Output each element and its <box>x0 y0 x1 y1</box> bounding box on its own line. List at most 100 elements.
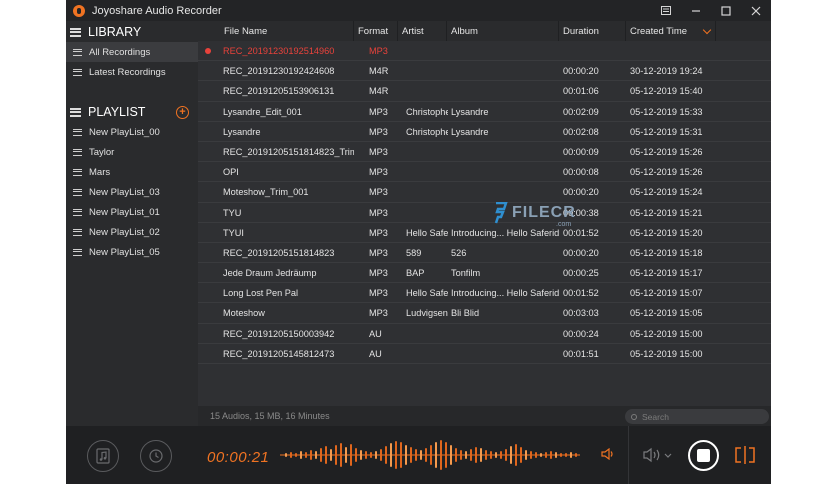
app-logo-icon <box>73 4 85 17</box>
list-icon <box>70 27 81 37</box>
sidebar: LIBRARY All Recordings Latest Recordings … <box>66 21 198 426</box>
cell-artist <box>403 142 448 162</box>
sidebar-item[interactable]: All Recordings <box>66 42 198 62</box>
col-artist[interactable]: Artist <box>398 21 447 41</box>
cell-album <box>448 344 559 364</box>
table-row[interactable]: REC_20191205151814823_Trim MP3 00:00:09 05-… <box>198 142 771 163</box>
sidebar-item[interactable]: Taylor <box>66 142 198 162</box>
col-created-time-label: Created Time <box>630 25 688 37</box>
cell-format: AU <box>369 348 382 359</box>
cell-album <box>448 61 559 81</box>
sidebar-item[interactable]: New PlayList_02 <box>66 222 198 242</box>
cell-duration: 00:00:25 <box>563 268 599 279</box>
table-row[interactable]: REC_20191205151814823 MP3 589 526 00:00:20 05… <box>198 243 771 264</box>
col-duration[interactable]: Duration <box>559 21 626 41</box>
status-bar: 15 Audios, 15 MB, 16 Minutes Search <box>198 406 771 426</box>
cell-artist <box>403 324 448 344</box>
watermark: FILECR .com <box>494 202 576 228</box>
table-row[interactable]: Long Lost Pen Pal MP3 Hello Safe Introducin… <box>198 283 771 304</box>
table-row[interactable]: Jede Draum Jedräump MP3 BAP Tonfilm 00:00:25… <box>198 263 771 284</box>
cell-artist: Ludvigsen <box>406 308 448 319</box>
library-list: All Recordings Latest Recordings <box>66 42 198 82</box>
col-created-time[interactable]: Created Time <box>626 21 716 41</box>
add-playlist-button[interactable]: + <box>176 105 189 119</box>
playlist-header: PLAYLIST + <box>66 102 198 122</box>
stop-button[interactable] <box>688 440 719 471</box>
list-icon <box>73 168 82 176</box>
sidebar-item[interactable]: New PlayList_01 <box>66 202 198 222</box>
cell-artist <box>403 344 448 364</box>
maximize-button[interactable] <box>711 0 741 21</box>
table-row[interactable]: OPI MP3 00:00:08 05-12-2019 15:26 <box>198 162 771 183</box>
sidebar-item[interactable]: Mars <box>66 162 198 182</box>
col-album[interactable]: Album <box>447 21 559 41</box>
list-icon <box>73 228 82 236</box>
window-title: Joyoshare Audio Recorder <box>92 4 222 17</box>
table-row[interactable]: Lysandre MP3 Christophe Lysandre 00:02:08 05-… <box>198 122 771 142</box>
cell-album <box>448 41 559 61</box>
music-note-button[interactable] <box>87 440 119 472</box>
minimize-button[interactable] <box>681 0 711 21</box>
cell-album <box>448 182 559 202</box>
sidebar-item-label: Taylor <box>89 146 115 158</box>
list-icon <box>73 48 82 56</box>
cell-format: MP3 <box>369 247 388 258</box>
cell-format: M4R <box>369 86 389 97</box>
library-summary: 15 Audios, 15 MB, 16 Minutes <box>210 411 330 421</box>
cell-format: MP3 <box>369 308 388 319</box>
search-input[interactable]: Search <box>625 409 769 424</box>
cell-file-name: REC_20191205153906131 <box>223 86 335 97</box>
cell-file-name: REC_20191205151814823_Trim <box>223 146 354 157</box>
cell-file-name: Jede Draum Jedräump <box>223 268 317 279</box>
cell-album: Lysandre <box>451 126 489 137</box>
cell-created-time: 05-12-2019 15:33 <box>630 106 703 117</box>
cell-created-time: 05-12-2019 15:07 <box>630 288 703 299</box>
menu-icon[interactable] <box>651 0 681 21</box>
table-row[interactable]: REC_20191230192514960 MP3 <box>198 41 771 62</box>
table-row[interactable]: REC_20191205145812473 AU 00:01:51 05-12-201… <box>198 344 771 364</box>
list-icon <box>73 128 82 136</box>
speaker-icon[interactable] <box>601 448 615 460</box>
table-row[interactable]: TYU MP3 00:00:38 05-12-2019 15:21 <box>198 203 771 223</box>
search-icon <box>631 413 637 420</box>
cell-file-name: TYUI <box>223 227 244 238</box>
table-row[interactable]: TYUI MP3 Hello Safe Introducing... Hello Sa… <box>198 223 771 243</box>
window-controls <box>651 0 771 21</box>
library-title: LIBRARY <box>88 25 142 39</box>
col-file-name[interactable]: File Name <box>220 21 354 41</box>
list-icon <box>73 208 82 216</box>
cell-album: Tonfilm <box>451 268 481 279</box>
sidebar-item[interactable]: Latest Recordings <box>66 62 198 82</box>
table-row[interactable]: REC_20191230192424608 M4R 00:00:20 30-12-20… <box>198 61 771 82</box>
cell-duration: 00:02:09 <box>563 106 599 117</box>
table-row[interactable]: Moteshow MP3 Ludvigsen Bli Blid 00:03:03 05-1… <box>198 303 771 324</box>
sidebar-item-label: New PlayList_00 <box>89 126 160 138</box>
cell-duration: 00:00:20 <box>563 66 599 77</box>
cell-created-time: 05-12-2019 15:26 <box>630 146 703 157</box>
sidebar-item-label: Latest Recordings <box>89 66 166 78</box>
sidebar-item[interactable]: New PlayList_03 <box>66 182 198 202</box>
sidebar-item-label: New PlayList_02 <box>89 226 160 238</box>
cell-format: MP3 <box>369 207 388 218</box>
cell-artist <box>403 81 448 101</box>
col-format[interactable]: Format <box>354 21 398 41</box>
close-button[interactable] <box>741 0 771 21</box>
cell-created-time: 05-12-2019 15:05 <box>630 308 703 319</box>
cell-artist <box>403 203 448 223</box>
recordings-table: REC_20191230192514960 MP3 REC_201912301924… <box>198 41 771 364</box>
cell-artist: Christophe <box>406 106 448 117</box>
system-volume-icon[interactable] <box>642 447 674 463</box>
cell-created-time: 05-12-2019 15:18 <box>630 247 703 258</box>
cell-file-name: TYU <box>223 207 242 218</box>
cell-created-time: 05-12-2019 15:21 <box>630 207 703 218</box>
table-row[interactable]: REC_20191205150003942 AU 00:00:24 05-12-201… <box>198 324 771 344</box>
table-row[interactable]: Moteshow_Trim_001 MP3 00:00:20 05-12-2019 1… <box>198 182 771 203</box>
table-row[interactable]: Lysandre_Edit_001 MP3 Christophe Lysandre 00… <box>198 102 771 122</box>
cell-file-name: Lysandre <box>223 126 261 137</box>
split-view-icon[interactable] <box>734 446 756 464</box>
cell-duration: 00:01:52 <box>563 288 599 299</box>
settings-button[interactable] <box>140 440 172 472</box>
sidebar-item[interactable]: New PlayList_00 <box>66 122 198 142</box>
sidebar-item[interactable]: New PlayList_05 <box>66 242 198 262</box>
table-row[interactable]: REC_20191205153906131 M4R 00:01:06 05-12-20… <box>198 81 771 102</box>
